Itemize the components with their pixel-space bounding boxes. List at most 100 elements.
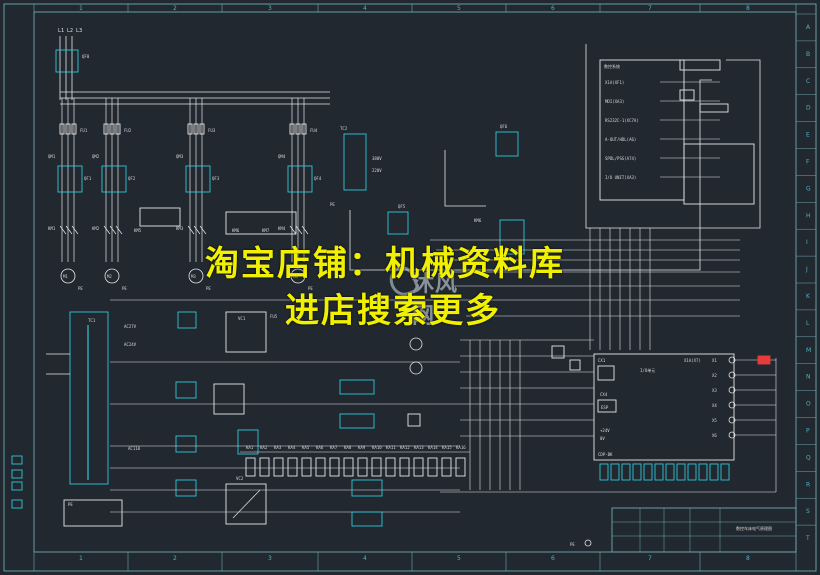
supply-label: L1 L2 L3	[58, 28, 82, 34]
ka-coil	[385, 457, 396, 477]
qf0-label: QF0	[82, 54, 90, 59]
cp-label: CDP-BK	[598, 452, 613, 457]
esp-label: ESP	[601, 405, 609, 410]
motor-label: M2	[107, 274, 112, 279]
ka-label: KA5	[302, 445, 310, 450]
ruler-top-label: 3	[268, 5, 272, 12]
ruler-side-label: T	[805, 535, 810, 542]
ruler-side-label: G	[806, 185, 811, 192]
connector	[597, 365, 615, 381]
qf-small	[175, 479, 197, 497]
ka-label: KA1	[246, 445, 254, 450]
io-terminal-block	[683, 143, 755, 205]
km-label: KM6	[474, 218, 482, 223]
qf-label: QF3	[212, 176, 220, 181]
contact-symbol	[199, 225, 207, 235]
red-marker	[757, 355, 771, 365]
ruler-side-label: M	[806, 347, 811, 354]
v24-label: +24V	[600, 428, 610, 433]
terminal-strip	[654, 463, 664, 481]
contact-symbol	[289, 225, 297, 235]
ruler-side-label: C	[806, 78, 810, 85]
fuse-label: FU3	[208, 128, 216, 133]
ruler-top-label: 1	[79, 5, 83, 12]
qf5-label: QF5	[398, 204, 406, 209]
qm-label: QM4	[278, 154, 286, 159]
v0-label: 0V	[600, 436, 605, 441]
switch-block	[237, 429, 259, 455]
coil-symbol	[407, 413, 421, 427]
ruler-side-label: J	[805, 266, 808, 273]
ruler-side-label: L	[806, 320, 810, 327]
v220-label: 220V	[372, 168, 382, 173]
motor-breaker	[57, 165, 83, 193]
legend-box	[11, 481, 23, 491]
ka-label: KA6	[316, 445, 324, 450]
ruler-side-label: N	[806, 374, 811, 381]
ruler-bottom-label: 6	[551, 555, 555, 562]
ruler-side-label: Q	[806, 454, 811, 461]
contact-symbol	[109, 225, 117, 235]
contact-symbol	[71, 225, 79, 235]
vc2-label: VC2	[236, 476, 244, 481]
motor-breaker	[185, 165, 211, 193]
qf6-label: QF6	[500, 124, 508, 129]
contact-symbol	[115, 225, 123, 235]
km-label: KM4	[278, 226, 286, 231]
lamp-symbol	[409, 337, 423, 351]
watermark-line2: 进店搜索更多	[285, 291, 501, 331]
ka-coil	[245, 457, 256, 477]
terminal-strip	[610, 463, 620, 481]
ruler-side-label: I	[806, 239, 808, 246]
fu5-label: FU5	[270, 314, 278, 319]
ruler-top-label: 2	[173, 5, 177, 12]
pe-label: PE	[330, 202, 335, 207]
ruler-side-label: F	[806, 159, 810, 166]
cnc-port-label: X1A(XF1)	[605, 80, 624, 85]
ruler-side-label: H	[806, 212, 811, 219]
km-label: KM2	[92, 226, 100, 231]
contact-symbol	[295, 225, 303, 235]
qf-middle	[351, 511, 383, 527]
ka-label: KA4	[288, 445, 296, 450]
ruler-side-label: P	[806, 428, 810, 435]
io-term-label: X4	[712, 403, 717, 408]
v380-label: 380V	[372, 156, 382, 161]
ruler-side-label: D	[806, 105, 811, 112]
ka-coil	[273, 457, 284, 477]
pe-label: PE	[570, 542, 575, 547]
ruler-bottom-label: 8	[746, 555, 750, 562]
io-term-label: X5	[712, 418, 717, 423]
ka-label: KA10	[372, 445, 382, 450]
ka-label: KA15	[442, 445, 452, 450]
tc2-transformer	[343, 133, 367, 191]
legend-box	[11, 469, 23, 479]
ruler-bottom-label: 5	[457, 555, 461, 562]
relay-block	[213, 383, 245, 415]
ruler-bottom-label: 3	[268, 555, 272, 562]
ka-label: KA2	[260, 445, 268, 450]
ka-coil	[427, 457, 438, 477]
cx4-label: CX4	[600, 392, 608, 397]
ruler-top-label: 6	[551, 5, 555, 12]
ruler-top-label: 4	[363, 5, 367, 12]
motor-label: M3	[191, 274, 196, 279]
cnc-title: 数控系统	[604, 63, 620, 69]
qf-small	[175, 435, 197, 453]
terminal-strip	[665, 463, 675, 481]
ka-label: KA8	[344, 445, 352, 450]
qf6-breaker	[495, 131, 519, 157]
ka-coil	[441, 457, 452, 477]
io-title: I/O单元	[640, 367, 655, 373]
ruler-top-label: 8	[746, 5, 750, 12]
km6-label: KM6	[232, 228, 240, 233]
vc1-rectifier	[225, 311, 267, 353]
terminal-strip	[676, 463, 686, 481]
ka-label: KA14	[428, 445, 438, 450]
qf-middle	[351, 479, 383, 497]
cad-drawing: 1 1 2 2 3 3 4 4 5 5 6 6 7 7 8 8 A B C D E F G H I J K L M N O P Q R S T L1 L…	[0, 0, 820, 575]
io-term-label: X3	[712, 388, 717, 393]
pe-label: PE	[78, 286, 83, 291]
ac24v-label: AC24V	[124, 342, 137, 347]
ruler-side-label: A	[806, 24, 811, 31]
